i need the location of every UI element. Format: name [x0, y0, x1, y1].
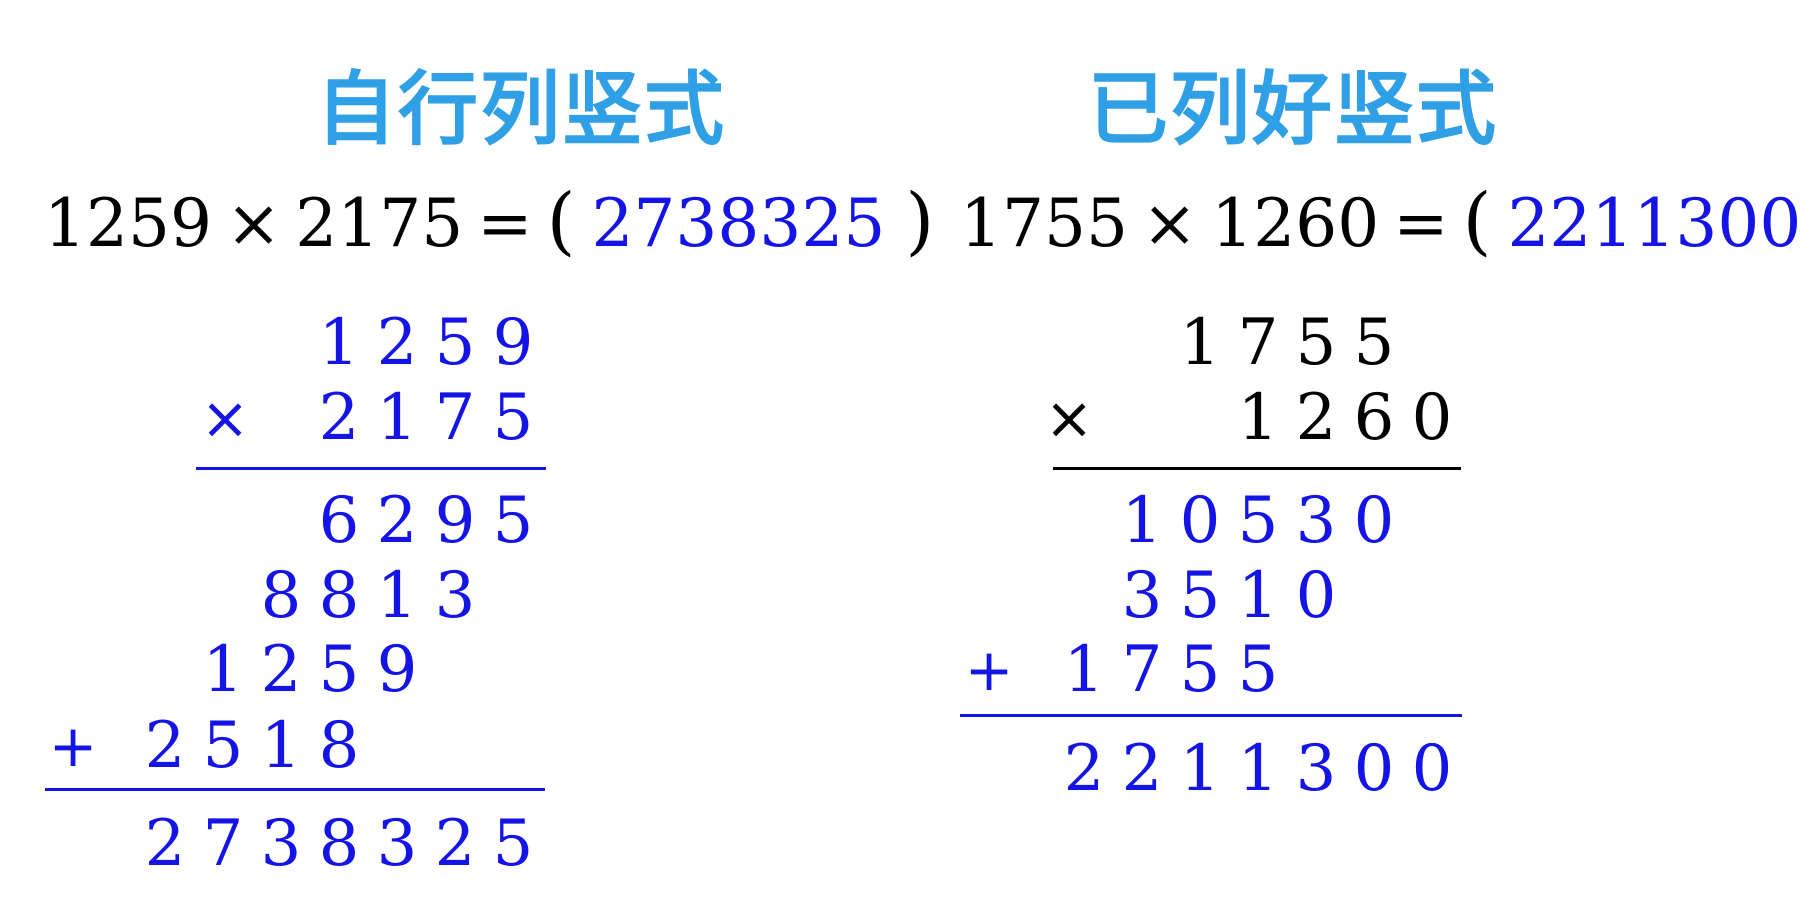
left-result: 2738325 [0, 806, 880, 882]
left-partial-1-digit: 2 [376, 484, 418, 558]
right-partial-3-digit: 5 [1179, 633, 1221, 707]
left-partial-4-digit: 5 [202, 709, 244, 783]
left-multiplier-digit: 5 [492, 381, 534, 455]
right-partial-3: 1 7 5 5 + [920, 632, 1800, 708]
right-result-digit: 3 [1295, 732, 1337, 806]
right-partial-1-digit: 0 [1353, 484, 1395, 558]
left-result-digit: 5 [492, 807, 534, 881]
left-partial-2: 8813 [0, 558, 880, 634]
left-partial-3-digit: 9 [376, 633, 418, 707]
right-partial-1-digit: 1 [1121, 484, 1163, 558]
left-partial-2-digit: 8 [260, 559, 302, 633]
right-result-digit: 0 [1411, 732, 1453, 806]
right-partial-3-digit: 7 [1121, 633, 1163, 707]
right-result-digit: 1 [1179, 732, 1221, 806]
left-partial-2-digit: 3 [434, 559, 476, 633]
left-partial-3-digit: 5 [318, 633, 360, 707]
right-result-digit: 2 [1121, 732, 1163, 806]
left-partial-4-sign: + [48, 712, 98, 780]
right-partial-2: 3510 [920, 558, 1800, 634]
left-partial-1-digit: 5 [492, 484, 534, 558]
left-multiplier-digit: 7 [434, 381, 476, 455]
left-result-digit: 2 [434, 807, 476, 881]
right-partial-2-digit: 5 [1179, 559, 1221, 633]
left-partial-4-digit: 8 [318, 709, 360, 783]
right-vertical-multiplication: 1 7 5 5 1 2 6 0 × 1 0 5 3 0 3 5 1 0 1 7 5 5 +2 2 1 1 3 0 0 [920, 0, 1800, 921]
left-multiplicand-digit: 2 [376, 306, 418, 380]
right-panel: 已列好竖式 1755×1260=(2211300) 17551260×10530… [920, 0, 1800, 921]
right-top-rule [1053, 467, 1461, 470]
right-result-digit: 0 [1353, 732, 1395, 806]
left-partial-4-digit: 1 [260, 709, 302, 783]
right-result-digit: 2 [1063, 732, 1105, 806]
left-partial-1-digit: 6 [318, 484, 360, 558]
left-result-digit: 3 [376, 807, 418, 881]
left-partial-4-digit: 2 [144, 709, 186, 783]
right-multiplier-digit: 0 [1411, 381, 1453, 455]
left-multiplier-digit: 2 [318, 381, 360, 455]
left-partial-3: 1259 [0, 632, 880, 708]
right-multiplicand: 1755 [920, 305, 1800, 381]
right-result-digit: 1 [1237, 732, 1279, 806]
left-multiplicand-digit: 5 [434, 306, 476, 380]
right-partial-3-digit: 5 [1237, 633, 1279, 707]
left-vertical-multiplication: 1 2 5 9 2 1 7 5 × 6 2 9 5 8 8 1 3 1 2 5 9 2 5 1 8 +2 7 3 8 3 2 5 [0, 0, 880, 921]
left-partial-4: 2 5 1 8 + [0, 708, 880, 784]
right-multiplier-digit: 1 [1237, 381, 1279, 455]
right-multiplier-digit: 2 [1295, 381, 1337, 455]
left-multiplicand: 1259 [0, 305, 880, 381]
right-partial-1: 10530 [920, 483, 1800, 559]
right-partial-1-digit: 5 [1237, 484, 1279, 558]
right-partial-3-digit: 1 [1063, 633, 1105, 707]
right-multiplicand-digit: 5 [1353, 306, 1395, 380]
left-result-digit: 7 [202, 807, 244, 881]
left-multiplier: 2 1 7 5 × [0, 380, 880, 456]
right-multiplier-digit: 6 [1353, 381, 1395, 455]
left-multiplicand-digit: 9 [492, 306, 534, 380]
right-partial-2-digit: 3 [1121, 559, 1163, 633]
left-result-digit: 3 [260, 807, 302, 881]
right-multiplicand-digit: 1 [1179, 306, 1221, 380]
left-panel: 自行列竖式 1259 × 2175 =(2738325) 1 2 5 9 2 1 7 5 × 6 2 9 5 8… [0, 0, 934, 921]
left-partial-2-digit: 1 [376, 559, 418, 633]
right-multiplier: 1 2 6 0 × [920, 380, 1800, 456]
left-result-digit: 8 [318, 807, 360, 881]
right-multiplicand-digit: 7 [1237, 306, 1279, 380]
right-bottom-rule [960, 714, 1462, 717]
right-result: 2211300 [920, 731, 1800, 807]
right-partial-1-digit: 3 [1295, 484, 1337, 558]
left-multiplicand-digit: 1 [318, 306, 360, 380]
right-partial-1-digit: 0 [1179, 484, 1221, 558]
left-bottom-rule [45, 788, 545, 791]
right-partial-2-digit: 1 [1237, 559, 1279, 633]
left-multiplier-sign: × [200, 384, 250, 452]
right-partial-2-digit: 0 [1295, 559, 1337, 633]
left-partial-3-digit: 1 [202, 633, 244, 707]
right-multiplier-sign: × [1044, 384, 1094, 452]
left-top-rule [196, 467, 546, 470]
left-partial-1-digit: 9 [434, 484, 476, 558]
left-partial-3-digit: 2 [260, 633, 302, 707]
left-multiplier-digit: 1 [376, 381, 418, 455]
left-result-digit: 2 [144, 807, 186, 881]
left-partial-1: 6295 [0, 483, 880, 559]
right-multiplicand-digit: 5 [1295, 306, 1337, 380]
right-partial-3-sign: + [964, 636, 1014, 704]
left-partial-2-digit: 8 [318, 559, 360, 633]
